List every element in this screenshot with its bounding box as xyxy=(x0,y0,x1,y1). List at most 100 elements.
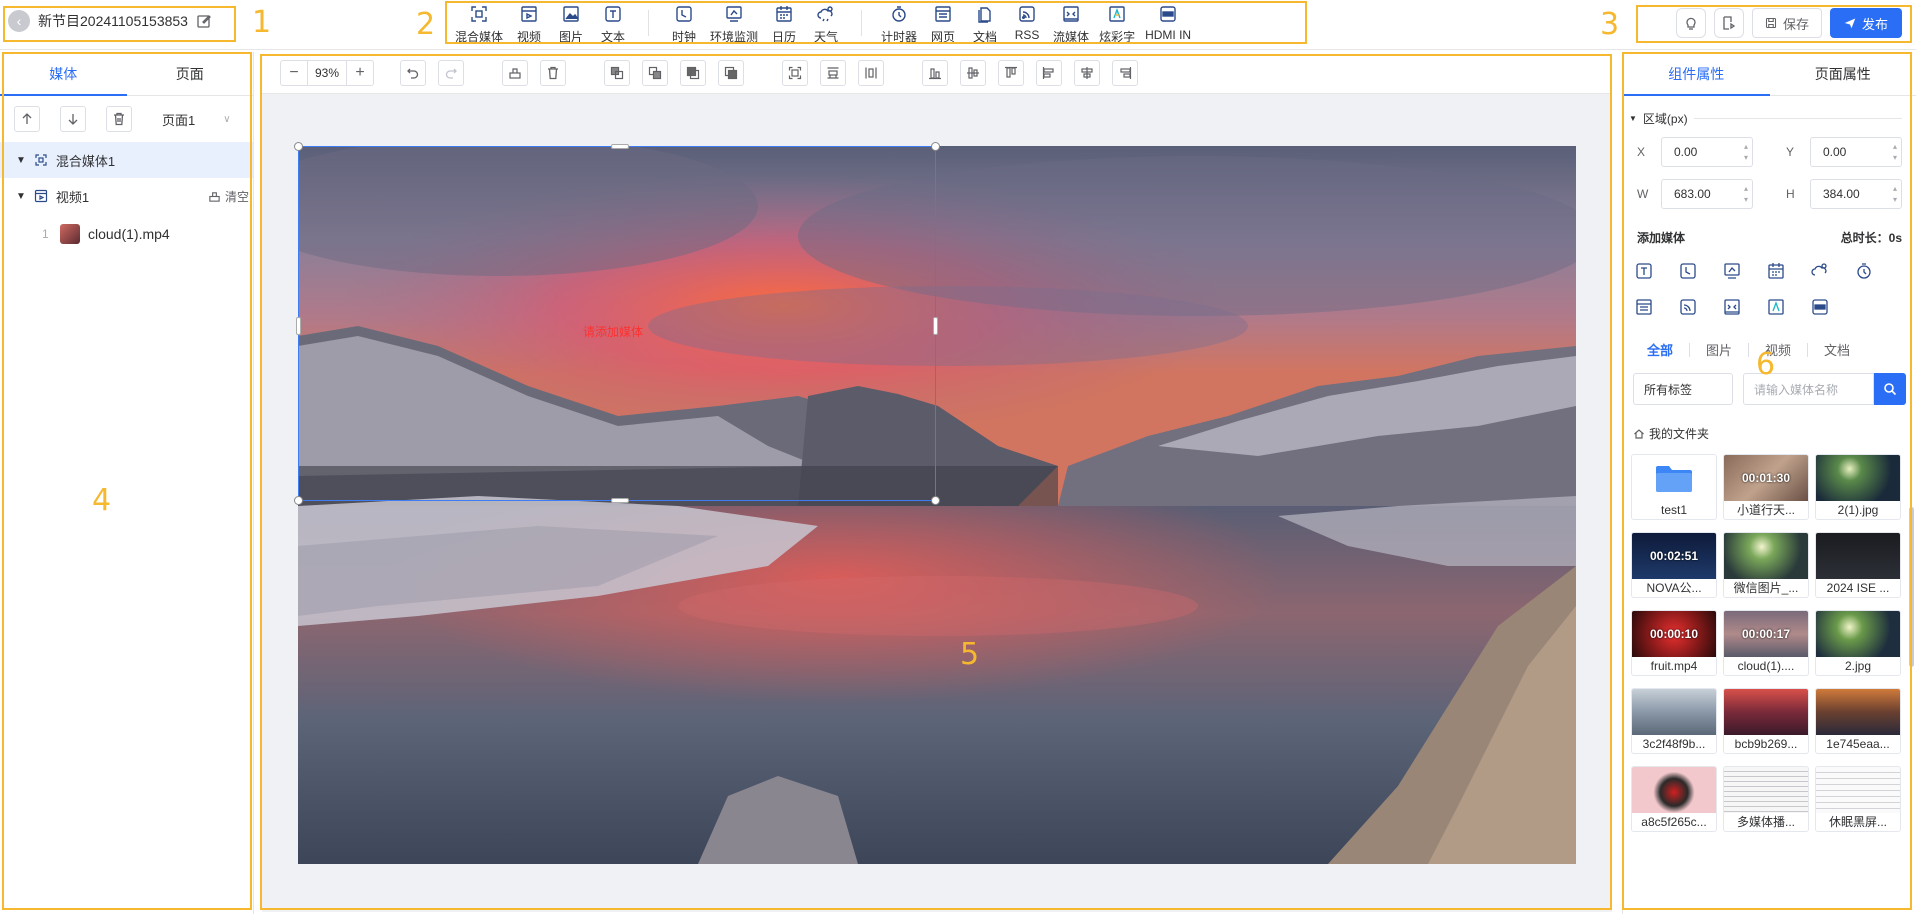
tab-component-properties[interactable]: 组件属性 xyxy=(1623,52,1770,96)
resize-handle-left[interactable] xyxy=(296,317,301,335)
tool-calendar[interactable]: 日历 xyxy=(763,2,805,45)
add-weather-button[interactable] xyxy=(1809,260,1831,282)
filter-all[interactable]: 全部 xyxy=(1647,340,1689,359)
add-clock-button[interactable] xyxy=(1677,260,1699,282)
tree-item-video[interactable]: ▼ 视频1 清空 xyxy=(0,178,253,214)
media-item[interactable]: bcb9b269... xyxy=(1723,688,1809,754)
caret-down-icon[interactable]: ▼ xyxy=(16,155,26,166)
add-streaming-button[interactable] xyxy=(1721,296,1743,318)
media-item[interactable]: 多媒体播... xyxy=(1723,766,1809,832)
tool-mixed-media[interactable]: 混合媒体 xyxy=(450,2,508,45)
clear-button[interactable]: 清空 xyxy=(208,188,249,205)
move-down-button[interactable] xyxy=(60,106,86,132)
resize-handle-bottom-left[interactable] xyxy=(294,496,303,505)
tool-clock[interactable]: 时钟 xyxy=(663,2,705,45)
region-section-title[interactable]: ▼ 区域(px) xyxy=(1623,96,1916,127)
tool-streaming[interactable]: 流媒体 xyxy=(1048,2,1094,45)
media-item[interactable]: test1 xyxy=(1631,454,1717,520)
tab-page-properties[interactable]: 页面属性 xyxy=(1770,52,1916,95)
delete-button[interactable] xyxy=(540,59,566,86)
media-item[interactable]: 2.jpg xyxy=(1815,610,1901,676)
media-item[interactable]: 2024 ISE ... xyxy=(1815,532,1901,598)
add-color-text-button[interactable] xyxy=(1765,296,1787,318)
media-item[interactable]: 休眠黑屏... xyxy=(1815,766,1901,832)
align-vertical-center-button[interactable] xyxy=(960,59,986,86)
align-left-button[interactable] xyxy=(1036,59,1062,86)
w-input[interactable]: 683.00 xyxy=(1661,179,1753,209)
media-item[interactable]: 00:00:17 cloud(1).... xyxy=(1723,610,1809,676)
resize-handle-top-right[interactable] xyxy=(931,142,940,151)
add-calendar-button[interactable] xyxy=(1765,260,1787,282)
send-backward-button[interactable] xyxy=(642,59,668,86)
add-webpage-button[interactable] xyxy=(1633,296,1655,318)
bring-forward-button[interactable] xyxy=(604,59,630,86)
align-horizontal-center-button[interactable] xyxy=(1074,59,1100,86)
preview-button[interactable] xyxy=(1713,8,1744,38)
undo-button[interactable] xyxy=(400,59,426,86)
tab-pages[interactable]: 页面 xyxy=(127,52,254,95)
align-top-button[interactable] xyxy=(998,59,1024,86)
tree-media-file[interactable]: 1 cloud(1).mp4 xyxy=(0,214,253,254)
tool-env-monitor[interactable]: 环境监测 xyxy=(705,2,763,45)
tool-text[interactable]: 文本 xyxy=(592,2,634,45)
y-input[interactable]: 0.00 xyxy=(1810,137,1902,167)
tool-image[interactable]: 图片 xyxy=(550,2,592,45)
tool-weather[interactable]: 天气 xyxy=(805,2,847,45)
zoom-in-button[interactable]: + xyxy=(347,61,373,85)
clear-canvas-button[interactable] xyxy=(502,59,528,86)
resize-handle-top-left[interactable] xyxy=(294,142,303,151)
tool-document[interactable]: 文档 xyxy=(964,2,1006,45)
media-item[interactable]: 00:01:30 小道行天... xyxy=(1723,454,1809,520)
fit-screen-button[interactable] xyxy=(782,59,808,86)
my-folder-breadcrumb[interactable]: 我的文件夹 xyxy=(1623,405,1916,442)
filter-document[interactable]: 文档 xyxy=(1824,340,1866,359)
add-text-button[interactable] xyxy=(1633,260,1655,282)
resize-handle-bottom[interactable] xyxy=(611,498,629,503)
align-right-button[interactable] xyxy=(1112,59,1138,86)
media-item[interactable]: 微信图片_... xyxy=(1723,532,1809,598)
add-hdmi-button[interactable] xyxy=(1809,296,1831,318)
resize-handle-top[interactable] xyxy=(611,144,629,149)
add-rss-button[interactable] xyxy=(1677,296,1699,318)
media-item[interactable]: a8c5f265c... xyxy=(1631,766,1717,832)
search-button[interactable] xyxy=(1874,373,1906,405)
fill-width-button[interactable] xyxy=(820,59,846,86)
tag-select[interactable]: 所有标签 xyxy=(1633,373,1733,405)
delete-layer-button[interactable] xyxy=(106,106,132,132)
tool-rss[interactable]: RSS xyxy=(1006,2,1048,42)
media-item[interactable]: 1e745eaa... xyxy=(1815,688,1901,754)
tool-color-text[interactable]: 炫彩字 xyxy=(1094,2,1140,45)
tab-media[interactable]: 媒体 xyxy=(0,52,127,96)
tool-webpage[interactable]: 网页 xyxy=(922,2,964,45)
h-input[interactable]: 384.00 xyxy=(1810,179,1902,209)
page-select[interactable]: 页面1 ∨ xyxy=(162,110,231,129)
save-button[interactable]: 保存 xyxy=(1751,8,1822,38)
redo-button[interactable] xyxy=(438,59,464,86)
zoom-out-button[interactable]: − xyxy=(281,61,307,85)
tool-video[interactable]: 视频 xyxy=(508,2,550,45)
tips-button[interactable] xyxy=(1675,8,1706,38)
send-to-back-button[interactable] xyxy=(718,59,744,86)
media-scrollbar[interactable] xyxy=(1909,507,1914,667)
publish-button[interactable]: 发布 xyxy=(1829,8,1902,38)
media-item[interactable]: 2(1).jpg xyxy=(1815,454,1901,520)
align-bottom-button[interactable] xyxy=(922,59,948,86)
caret-down-icon[interactable]: ▼ xyxy=(16,191,26,202)
edit-icon[interactable] xyxy=(196,13,212,29)
filter-image[interactable]: 图片 xyxy=(1706,340,1748,359)
resize-handle-bottom-right[interactable] xyxy=(931,496,940,505)
resize-handle-right[interactable] xyxy=(933,317,938,335)
fill-height-button[interactable] xyxy=(858,59,884,86)
media-item[interactable]: 3c2f48f9b... xyxy=(1631,688,1717,754)
add-timer-button[interactable] xyxy=(1853,260,1875,282)
media-item[interactable]: 00:02:51 NOVA公... xyxy=(1631,532,1717,598)
add-monitor-button[interactable] xyxy=(1721,260,1743,282)
tool-hdmi-in[interactable]: HDMI IN xyxy=(1140,2,1196,42)
media-item[interactable]: 00:00:10 fruit.mp4 xyxy=(1631,610,1717,676)
tree-item-mixed-media[interactable]: ▼ 混合媒体1 xyxy=(0,142,253,178)
move-up-button[interactable] xyxy=(14,106,40,132)
back-icon[interactable]: ‹ xyxy=(8,10,30,32)
x-input[interactable]: 0.00 xyxy=(1661,137,1753,167)
tool-timer[interactable]: 计时器 xyxy=(876,2,922,45)
bring-to-front-button[interactable] xyxy=(680,59,706,86)
